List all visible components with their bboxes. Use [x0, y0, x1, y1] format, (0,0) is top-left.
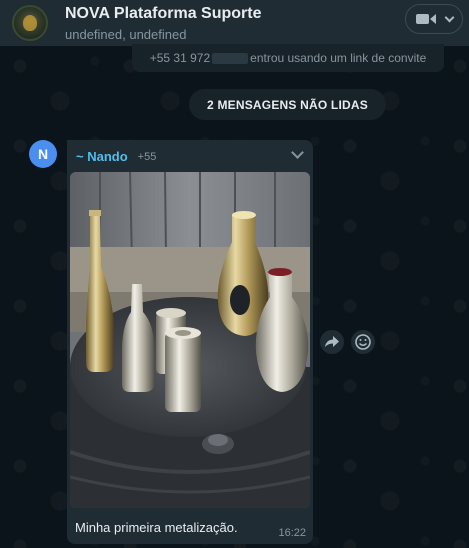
- react-emoji-button[interactable]: [351, 330, 375, 354]
- group-avatar[interactable]: [12, 5, 48, 41]
- photo-metallized-bottles: [70, 172, 310, 508]
- video-call-button[interactable]: [405, 4, 463, 34]
- chat-header[interactable]: NOVA Plataforma Suporte undefined, undef…: [0, 0, 469, 46]
- forward-button[interactable]: [320, 330, 344, 354]
- forward-arrow-icon: [325, 336, 339, 347]
- message-menu-chevron-icon[interactable]: [291, 146, 304, 159]
- redacted-block: [212, 52, 249, 64]
- video-camera-icon: [415, 14, 436, 24]
- system-message: +55 31 972 entrou usando um link de conv…: [132, 44, 444, 72]
- sender-phone: +55: [137, 150, 157, 163]
- system-message-text: entrou usando um link de convite: [250, 51, 427, 65]
- sender-line: ~ Nando +55: [76, 149, 156, 164]
- message-caption: Minha primeira metalização.: [75, 520, 238, 535]
- header-text[interactable]: NOVA Plataforma Suporte undefined, undef…: [65, 4, 261, 43]
- chevron-down-icon: [444, 12, 454, 22]
- chat-subtitle: undefined, undefined: [65, 26, 187, 42]
- message-bubble[interactable]: ~ Nando +55 Minha primeira metalização. …: [67, 140, 313, 544]
- sender-avatar[interactable]: N: [29, 140, 57, 168]
- message-photo[interactable]: [70, 172, 310, 508]
- unread-messages-banner: 2 MENSAGENS NÃO LIDAS: [189, 89, 386, 120]
- system-message-phone: +55 31 972: [149, 51, 211, 65]
- emoji-smile-icon: [355, 334, 371, 350]
- message-time: 16:22: [278, 527, 306, 539]
- chat-title: NOVA Plataforma Suporte: [65, 4, 262, 22]
- sender-name[interactable]: ~ Nando: [76, 149, 128, 164]
